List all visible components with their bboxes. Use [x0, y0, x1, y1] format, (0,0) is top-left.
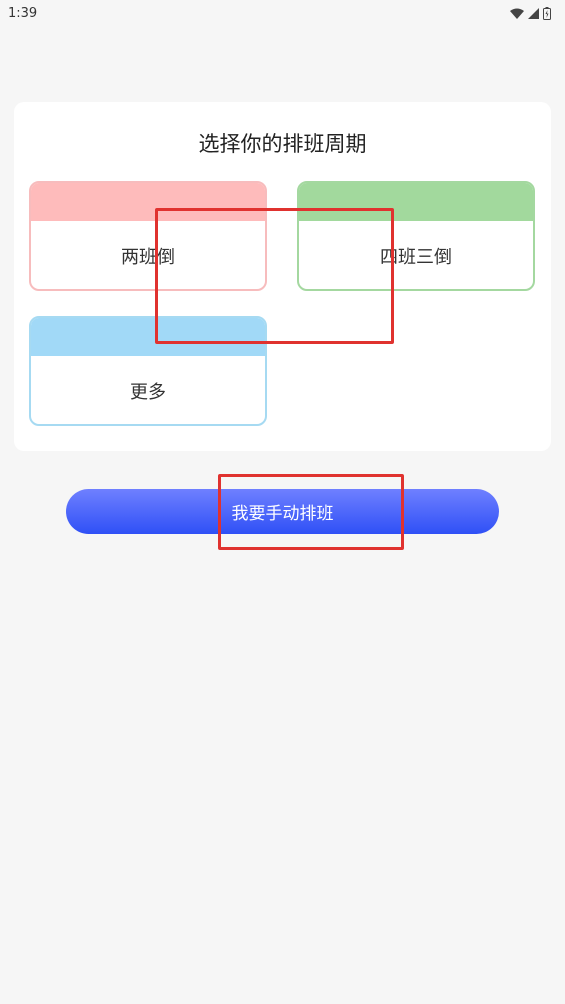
- card-title: 选择你的排班周期: [198, 132, 367, 156]
- option-more[interactable]: 更多: [29, 316, 267, 426]
- status-icons: [510, 6, 551, 20]
- option-color-band: [31, 318, 265, 356]
- wifi-icon: [510, 8, 524, 19]
- battery-icon: [543, 6, 551, 20]
- option-color-band: [299, 183, 533, 221]
- signal-icon: [528, 7, 539, 19]
- shift-cycle-card: 选择你的排班周期 两班倒 四班三倒 更多: [14, 102, 551, 451]
- manual-schedule-button[interactable]: 我要手动排班: [66, 489, 499, 534]
- option-label: 更多: [130, 382, 166, 403]
- option-label: 两班倒: [121, 247, 175, 268]
- status-bar: 1:39: [0, 0, 565, 26]
- option-two-shift[interactable]: 两班倒: [29, 181, 267, 291]
- status-time: 1:39: [8, 5, 38, 21]
- option-four-shift-three-rotation[interactable]: 四班三倒: [297, 181, 535, 291]
- option-color-band: [31, 183, 265, 221]
- option-label: 四班三倒: [380, 247, 452, 268]
